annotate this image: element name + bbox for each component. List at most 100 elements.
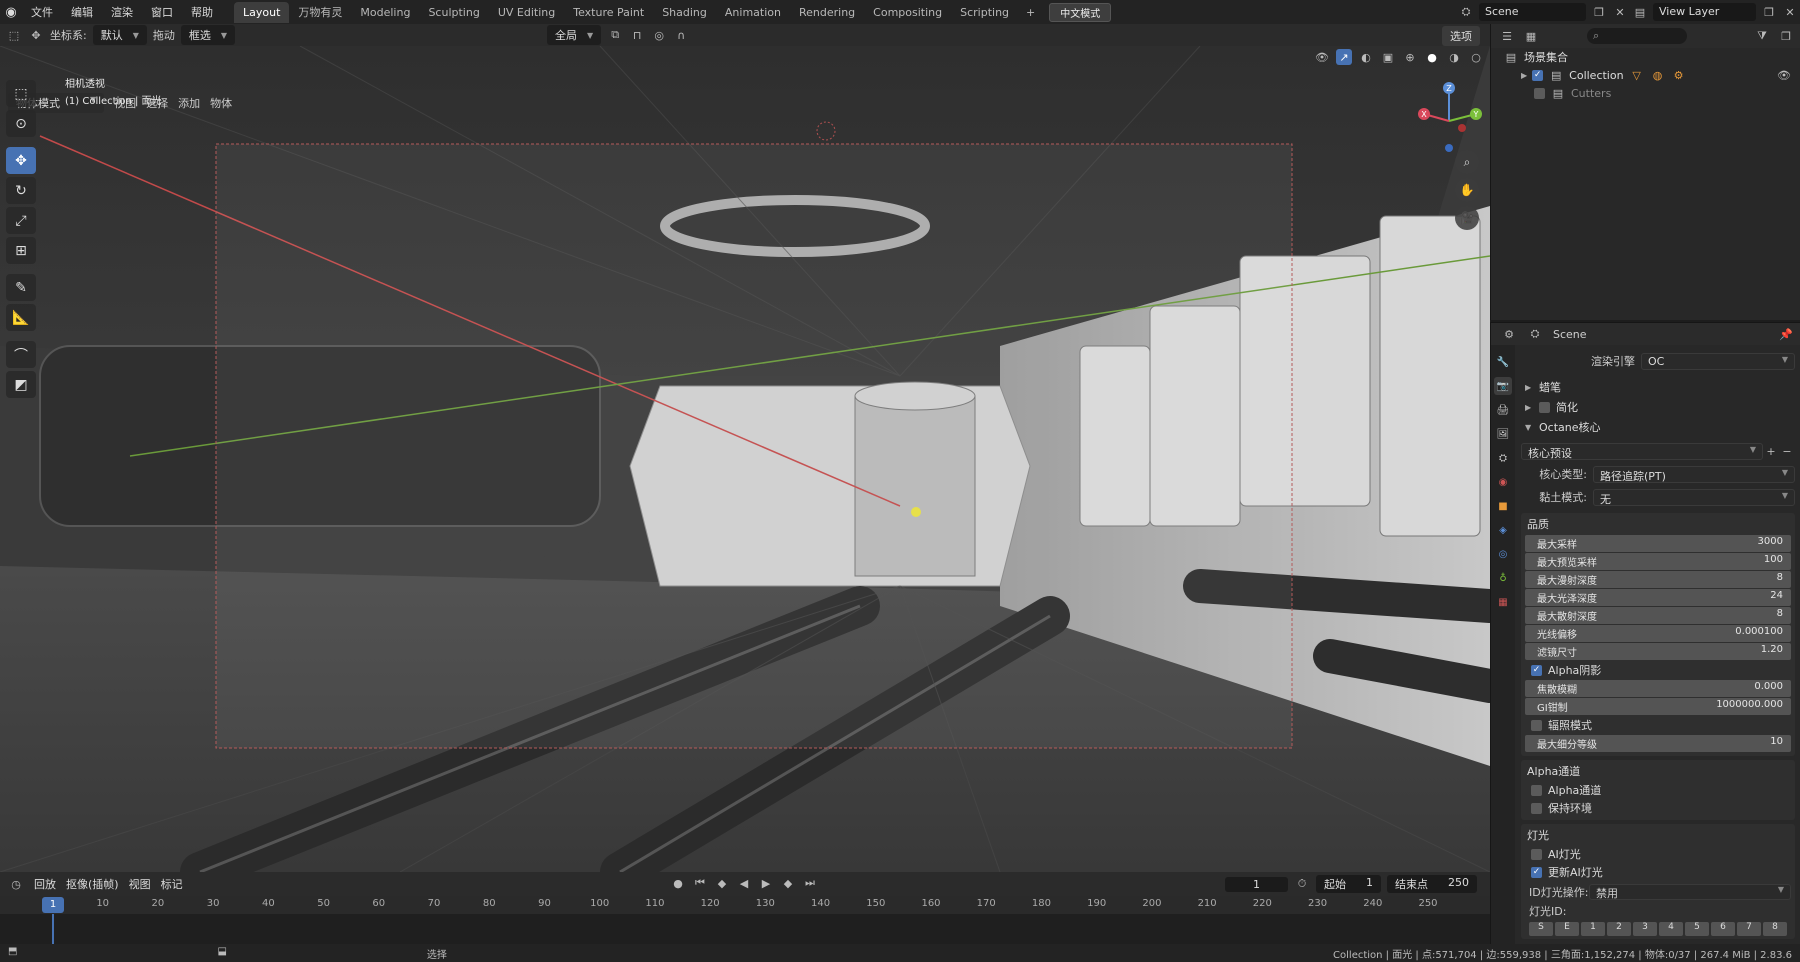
quality-field[interactable]: 光线偏移 0.000100 [1525, 625, 1791, 642]
tab-texture-paint[interactable]: Texture Paint [564, 2, 653, 23]
stopwatch-icon[interactable]: ⏱ [1294, 876, 1310, 892]
tab-wanwu[interactable]: 万物有灵 [289, 0, 351, 24]
visibility-icon[interactable]: 👁 [1314, 49, 1330, 65]
jump-end-icon[interactable]: ⏭ [802, 875, 818, 891]
material-shading-icon[interactable]: ◑ [1446, 49, 1462, 65]
chinese-mode-button[interactable]: 中文模式 [1049, 2, 1112, 22]
output-tab-icon[interactable]: 🖨 [1494, 401, 1512, 419]
render-tab-icon[interactable]: 📷 [1494, 377, 1512, 395]
light-id-bit[interactable]: 4 [1659, 922, 1683, 936]
menu-file[interactable]: 文件 [22, 4, 62, 20]
quality2-field[interactable]: GI钳制 1000000.000 [1525, 698, 1791, 715]
collection-checkbox[interactable]: ✓ [1532, 69, 1544, 81]
falloff-icon[interactable]: ∩ [673, 27, 689, 43]
jump-start-icon[interactable]: ⏮ [692, 875, 708, 891]
zoom-icon[interactable]: ⌕ [1455, 150, 1479, 174]
playhead[interactable] [52, 914, 54, 944]
render-engine-dropdown[interactable]: OC ▼ [1641, 352, 1795, 370]
keep-env-row[interactable]: 保持环境 [1525, 799, 1791, 817]
light-id-bit[interactable]: 1 [1581, 922, 1605, 936]
solid-shading-icon[interactable]: ● [1424, 49, 1440, 65]
wireframe-shading-icon[interactable]: ⊕ [1402, 49, 1418, 65]
menu-render[interactable]: 渲染 [102, 4, 142, 20]
close-layer-icon[interactable]: ✕ [1782, 4, 1798, 20]
cutters-checkbox[interactable] [1534, 87, 1545, 99]
world-tab-icon[interactable]: ◉ [1494, 473, 1512, 491]
menu-add[interactable]: 添加 [178, 95, 200, 111]
keep-env-checkbox[interactable] [1531, 802, 1542, 814]
filter-icon[interactable]: ⧩ [1754, 28, 1770, 44]
editor-type-icon[interactable]: ⬚ [6, 27, 22, 43]
ai-light-checkbox[interactable] [1531, 848, 1542, 860]
copy-scene-icon[interactable]: ❐ [1591, 4, 1607, 20]
drag-dropdown[interactable]: 框选 ▼ [180, 25, 236, 45]
menu-object[interactable]: 物体 [210, 95, 232, 111]
quality-field[interactable]: 滤镜尺寸 1.20 [1525, 643, 1791, 660]
pivot-dropdown[interactable]: 全局 ▼ [547, 25, 602, 45]
coord-dropdown[interactable]: 默认 ▼ [92, 25, 147, 45]
select-box-tool-icon[interactable]: ⬚ [6, 80, 36, 107]
tab-modeling[interactable]: Modeling [351, 2, 419, 23]
timeline-track[interactable] [0, 914, 1490, 944]
box-add-tool-icon[interactable]: ◩ [6, 371, 36, 398]
remove-preset-icon[interactable]: − [1779, 443, 1795, 459]
collection-row[interactable]: ▶ ✓ ▤ Collection ▽ ◍ ⚙ 👁 [1491, 66, 1800, 84]
overlay-icon[interactable]: ◐ [1358, 49, 1374, 65]
annotate-tool-icon[interactable]: ✎ [6, 274, 36, 301]
copy-layer-icon[interactable]: ❐ [1761, 4, 1777, 20]
alpha-shadow-row[interactable]: ✓ Alpha阴影 [1525, 661, 1791, 679]
render-shading-icon[interactable]: ○ [1468, 49, 1484, 65]
physics-tab-icon[interactable]: ◎ [1494, 545, 1512, 563]
menu-timeline-view[interactable]: 视图 [129, 876, 151, 892]
scene-icon[interactable]: ⛭ [1458, 4, 1474, 20]
light-id-bit[interactable]: 3 [1633, 922, 1657, 936]
close-scene-icon[interactable]: ✕ [1612, 4, 1628, 20]
start-frame-field[interactable]: 起始 1 [1316, 875, 1381, 893]
light-id-bit[interactable]: S [1529, 922, 1553, 936]
properties-type-icon[interactable]: ⚙ [1501, 326, 1517, 342]
scale-tool-icon[interactable]: ⤢ [6, 207, 36, 234]
alpha-shadow-checkbox[interactable]: ✓ [1531, 664, 1542, 676]
outliner-type-icon[interactable]: ☰ [1499, 28, 1515, 44]
kernel-type-dropdown[interactable]: 路径追踪(PT) ▼ [1593, 465, 1795, 483]
menu-window[interactable]: 窗口 [142, 4, 182, 20]
tab-scripting[interactable]: Scripting [951, 2, 1018, 23]
irradiance-checkbox[interactable] [1531, 719, 1542, 731]
modifier-tab-icon[interactable]: ◈ [1494, 521, 1512, 539]
play-reverse-icon[interactable]: ◀ [736, 875, 752, 891]
new-collection-icon[interactable]: ❐ [1778, 28, 1794, 44]
view-layer-field[interactable]: View Layer [1653, 3, 1756, 21]
light-id-bit[interactable]: 2 [1607, 922, 1631, 936]
menu-edit[interactable]: 编辑 [62, 4, 102, 20]
tab-compositing[interactable]: Compositing [864, 2, 951, 23]
scene-collection-row[interactable]: ▤ 场景集合 [1491, 48, 1800, 66]
end-frame-field[interactable]: 结束点 250 [1387, 875, 1477, 893]
menu-keying[interactable]: 抠像(插帧) [66, 876, 119, 892]
menu-marker[interactable]: 标记 [161, 876, 183, 892]
expand-arrow-icon[interactable]: ▶ [1521, 71, 1527, 80]
snap-icon[interactable]: ⧉ [607, 27, 623, 43]
clock-icon[interactable]: ◷ [8, 876, 24, 892]
3d-viewport[interactable]: 物体模式 ▼ 视图 选择 添加 物体 👁 ↗ ◐ ▣ ⊕ ● ◑ ○ 相机透视 (… [0, 46, 1490, 872]
ai-update-checkbox[interactable]: ✓ [1531, 866, 1542, 878]
id-light-op-dropdown[interactable]: 禁用 ▼ [1589, 883, 1791, 900]
alpha-channel-checkbox[interactable] [1531, 784, 1542, 796]
ai-update-row[interactable]: ✓ 更新AI灯光 [1525, 863, 1791, 881]
light-id-bit[interactable]: E [1555, 922, 1579, 936]
view-layer-tab-icon[interactable]: 🖼 [1494, 425, 1512, 443]
tab-uv-editing[interactable]: UV Editing [489, 2, 564, 23]
rotate-tool-icon[interactable]: ↻ [6, 177, 36, 204]
measure-tool-icon[interactable]: 📐 [6, 304, 36, 331]
timeline-ruler[interactable]: 1 10 20 30 40 50 60 70 80 90 100 110 120 130 140 150 160… [0, 896, 1490, 914]
irradiance-row[interactable]: 辐照模式 [1525, 716, 1791, 734]
display-mode-icon[interactable]: ▦ [1523, 28, 1539, 44]
simplify-checkbox[interactable] [1539, 401, 1550, 413]
kernel-preset-dropdown[interactable]: 核心预设 ▼ [1521, 442, 1763, 460]
move-tool-icon[interactable]: ✥ [6, 147, 36, 174]
view-layer-icon[interactable]: ▤ [1632, 4, 1648, 20]
pin-icon[interactable]: 📌 [1778, 326, 1794, 342]
light-id-bit[interactable]: 5 [1685, 922, 1709, 936]
quality-field[interactable]: 最大光泽深度 24 [1525, 589, 1791, 606]
clay-mode-dropdown[interactable]: 无 ▼ [1593, 488, 1795, 506]
ai-light-row[interactable]: AI灯光 [1525, 845, 1791, 863]
